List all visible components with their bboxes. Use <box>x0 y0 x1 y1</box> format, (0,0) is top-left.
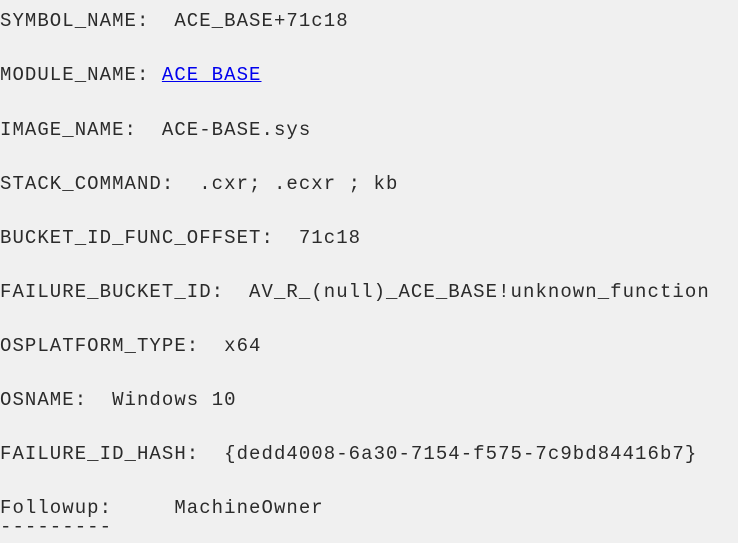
module-name-label: MODULE_NAME: <box>0 64 162 86</box>
osplatform-type-label: OSPLATFORM_TYPE: <box>0 335 225 357</box>
osname-value: Windows 10 <box>112 389 237 411</box>
failure-id-hash-value: {dedd4008-6a30-7154-f575-7c9bd84416b7} <box>224 443 698 465</box>
stack-command-value: .cxr; .ecxr ; kb <box>199 173 399 195</box>
followup-value: MachineOwner <box>174 497 324 519</box>
symbol-name-line: SYMBOL_NAME: ACE_BASE+71c18 <box>0 10 349 32</box>
osname-line: OSNAME: Windows 10 <box>0 389 237 411</box>
module-name-line: MODULE_NAME: ACE_BASE <box>0 64 262 86</box>
symbol-name-label: SYMBOL_NAME: <box>0 10 175 32</box>
osname-label: OSNAME: <box>0 389 113 411</box>
failure-bucket-id-value: AV_R_(null)_ACE_BASE!unknown_function <box>249 281 710 303</box>
image-name-line: IMAGE_NAME: ACE-BASE.sys <box>0 119 311 141</box>
osplatform-type-line: OSPLATFORM_TYPE: x64 <box>0 335 262 357</box>
osplatform-type-value: x64 <box>224 335 262 357</box>
failure-id-hash-label: FAILURE_ID_HASH: <box>0 443 225 465</box>
bucket-id-func-offset-label: BUCKET_ID_FUNC_OFFSET: <box>0 227 299 249</box>
stack-command-label: STACK_COMMAND: <box>0 173 200 195</box>
bucket-id-func-offset-line: BUCKET_ID_FUNC_OFFSET: 71c18 <box>0 227 361 249</box>
separator-line: --------- <box>0 516 113 538</box>
failure-bucket-id-line: FAILURE_BUCKET_ID: AV_R_(null)_ACE_BASE!… <box>0 281 710 303</box>
failure-bucket-id-label: FAILURE_BUCKET_ID: <box>0 281 250 303</box>
bucket-id-func-offset-value: 71c18 <box>298 227 362 249</box>
image-name-value: ACE-BASE.sys <box>161 119 312 141</box>
module-name-link[interactable]: ACE_BASE <box>162 64 262 86</box>
failure-id-hash-line: FAILURE_ID_HASH: {dedd4008-6a30-7154-f57… <box>0 443 697 465</box>
image-name-label: IMAGE_NAME: <box>0 119 162 141</box>
stack-command-line: STACK_COMMAND: .cxr; .ecxr ; kb <box>0 173 398 195</box>
symbol-name-value: ACE_BASE+71c18 <box>174 10 349 32</box>
debugger-output: SYMBOL_NAME: ACE_BASE+71c18 MODULE_NAME:… <box>0 0 738 543</box>
